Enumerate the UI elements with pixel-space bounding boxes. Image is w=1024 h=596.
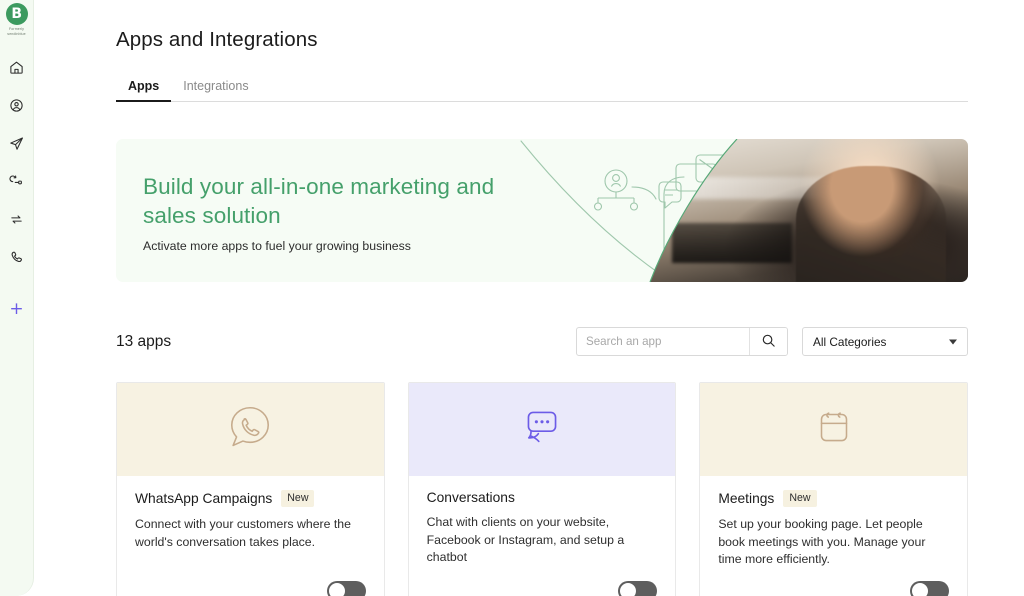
- tab-integrations[interactable]: Integrations: [171, 79, 260, 101]
- app-card-whatsapp-campaigns[interactable]: WhatsApp Campaigns New Connect with your…: [116, 382, 385, 596]
- card-description: Connect with your customers where the wo…: [135, 517, 351, 549]
- chevron-down-icon: [949, 339, 957, 344]
- search-box: [576, 327, 788, 356]
- app-enable-toggle[interactable]: [909, 581, 949, 596]
- sidebar-item-transactional[interactable]: [0, 200, 34, 238]
- card-title-row: Conversations: [427, 490, 658, 505]
- card-header: [408, 383, 676, 476]
- logo-sublabel: Formerly sendinblue: [7, 27, 26, 36]
- banner-headline: Build your all-in-one marketing and sale…: [143, 174, 495, 228]
- card-header: [700, 383, 967, 476]
- sidebar-item-phone[interactable]: [0, 238, 34, 276]
- main-content: Apps and Integrations Apps Integrations: [34, 0, 1024, 596]
- card-description: Set up your booking page. Let people boo…: [718, 517, 926, 566]
- card-title: Meetings: [718, 491, 775, 506]
- sidebar-item-campaigns[interactable]: [0, 124, 34, 162]
- chat-dots-icon: [517, 402, 567, 457]
- apps-count-label: 13 apps: [116, 332, 172, 350]
- toggle-knob: [911, 583, 928, 596]
- photo-shelf-shadow: [672, 223, 792, 263]
- photo-person: [796, 166, 946, 282]
- card-title: WhatsApp Campaigns: [135, 491, 273, 506]
- campaigns-send-icon: [9, 136, 24, 151]
- toggle-knob: [620, 583, 637, 596]
- sidebar-item-automations[interactable]: [0, 162, 34, 200]
- search-icon: [761, 333, 776, 351]
- logo-mark: B: [5, 3, 28, 25]
- sidebar: B Formerly sendinblue +: [0, 0, 34, 596]
- app-enable-toggle[interactable]: [618, 581, 658, 596]
- card-title-row: Meetings New: [718, 490, 949, 507]
- app-enable-toggle[interactable]: [326, 581, 366, 596]
- tab-apps[interactable]: Apps: [116, 79, 172, 102]
- page-title: Apps and Integrations: [116, 28, 318, 51]
- card-title-row: WhatsApp Campaigns New: [135, 490, 366, 507]
- apps-toolbar: 13 apps All Categories: [116, 327, 968, 356]
- brand-logo[interactable]: B Formerly sendinblue: [2, 3, 32, 36]
- card-body: WhatsApp Campaigns New Connect with your…: [117, 476, 384, 596]
- card-description: Chat with clients on your website, Faceb…: [426, 515, 625, 564]
- sidebar-nav: [0, 48, 33, 276]
- card-header: [117, 383, 384, 476]
- calendar-icon: [809, 402, 859, 457]
- search-input[interactable]: [577, 328, 749, 355]
- app-card-meetings[interactable]: Meetings New Set up your booking page. L…: [699, 382, 968, 596]
- category-select-value: All Categories: [813, 334, 887, 349]
- app-root: B Formerly sendinblue + Apps and Integra…: [0, 0, 1024, 596]
- tab-bar: Apps Integrations: [116, 72, 968, 102]
- automation-icon: [9, 174, 24, 189]
- app-card-conversations[interactable]: Conversations Chat with clients on your …: [407, 382, 677, 596]
- search-button[interactable]: [749, 328, 787, 355]
- sidebar-item-contacts[interactable]: [0, 86, 34, 124]
- status-badge: New: [281, 490, 315, 507]
- banner-subtitle: Activate more apps to fuel your growing …: [143, 239, 411, 253]
- home-icon: [9, 60, 24, 75]
- toolbar-controls: All Categories: [576, 327, 968, 356]
- user-node-icon: [593, 169, 639, 211]
- phone-icon: [9, 250, 24, 265]
- whatsapp-icon: [225, 402, 275, 457]
- promo-banner: Build your all-in-one marketing and sale…: [116, 139, 968, 282]
- sidebar-add-button[interactable]: +: [0, 294, 34, 324]
- card-body: Conversations Chat with clients on your …: [409, 476, 676, 596]
- card-body: Meetings New Set up your booking page. L…: [700, 476, 967, 596]
- contacts-icon: [9, 98, 24, 113]
- status-badge: New: [783, 490, 817, 507]
- banner-text: Build your all-in-one marketing and sale…: [143, 172, 513, 253]
- apps-grid: WhatsApp Campaigns New Connect with your…: [116, 382, 968, 596]
- sidebar-item-home[interactable]: [0, 48, 34, 86]
- transactional-icon: [9, 212, 24, 227]
- card-title: Conversations: [426, 490, 515, 505]
- category-select[interactable]: All Categories: [802, 327, 968, 356]
- toggle-knob: [328, 583, 345, 596]
